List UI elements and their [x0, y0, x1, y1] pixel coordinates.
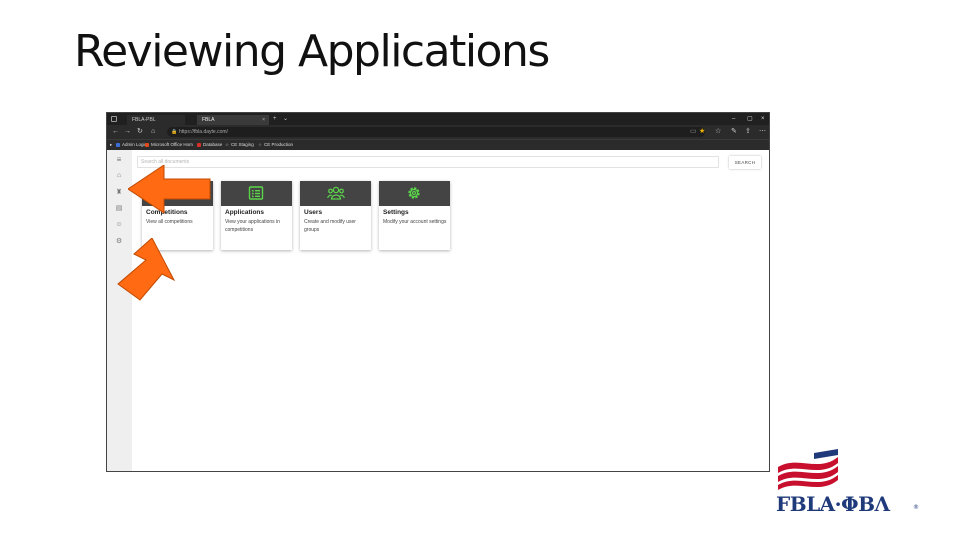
maximize-icon[interactable]: ▢	[747, 113, 753, 125]
card-title: Applications	[225, 209, 265, 216]
card-header	[300, 181, 371, 206]
tab-label: FBLA	[202, 117, 215, 123]
tab-close-icon[interactable]: ×	[262, 115, 265, 125]
browser-tab-bar: FBLA-PBL FBLA × + ⌄ – ▢ ×	[107, 113, 769, 125]
favorites-list-icon[interactable]: ☆	[715, 125, 721, 139]
sidebar-list-icon[interactable]: ▤	[114, 204, 124, 214]
minimize-icon[interactable]: –	[732, 113, 735, 125]
sidebar-users-icon[interactable]: ☺	[114, 220, 124, 230]
arrow-left-annotation-icon	[128, 165, 211, 214]
card-description: Modify your account settings	[383, 219, 447, 225]
card-settings[interactable]: Settings Modify your account settings	[379, 181, 450, 250]
card-header	[379, 181, 450, 206]
bookmark-icon	[197, 143, 201, 147]
new-tab-icon[interactable]: +	[273, 114, 277, 124]
forward-icon[interactable]: →	[124, 125, 131, 139]
bookmark-admin-login[interactable]: Admin Login	[116, 140, 147, 150]
url-text: https://fbla.dayte.com/	[179, 129, 228, 135]
card-title: Users	[304, 209, 323, 216]
close-window-icon[interactable]: ×	[761, 113, 765, 125]
tab-menu-icon[interactable]: ⌄	[283, 114, 288, 124]
gear-icon	[408, 187, 420, 199]
star-icon: ☆	[258, 142, 263, 147]
bookmark-ce-staging[interactable]: ☆ CE Staging	[225, 140, 254, 150]
url-field[interactable]: 🔒 https://fbla.dayte.com/	[167, 127, 705, 137]
bookmark-icon	[145, 143, 149, 147]
star-icon: ☆	[225, 142, 230, 147]
browser-tab-fbla-pbl[interactable]: FBLA-PBL	[127, 115, 185, 125]
svg-text:FBLA·ΦΒΛ: FBLA·ΦΒΛ	[776, 492, 890, 516]
bookmarks-bar: ▸ Admin Login Microsoft Office Hom Datab…	[107, 139, 769, 150]
tab-label: FBLA-PBL	[132, 117, 156, 123]
more-icon[interactable]: ⋯	[759, 125, 766, 139]
search-button[interactable]: SEARCH	[729, 156, 761, 169]
card-description: Create and modify user groups	[304, 219, 356, 233]
workspace-icon[interactable]	[111, 116, 117, 122]
favorite-star-icon[interactable]: ★	[699, 125, 705, 139]
bookmark-database[interactable]: Database	[197, 140, 222, 150]
slide-title: Reviewing Applications	[74, 26, 550, 77]
share-icon[interactable]: ⇪	[745, 125, 751, 139]
lock-icon: 🔒	[171, 129, 178, 135]
browser-address-bar: ← → ↻ ⌂ 🔒 https://fbla.dayte.com/ ▭ ★ ☆ …	[107, 125, 769, 139]
bookmarks-folder-icon: ▸	[110, 142, 113, 147]
fbla-pbl-logo: FBLA·ΦΒΛ ®	[776, 449, 919, 516]
card-users[interactable]: Users Create and modify user groups	[300, 181, 371, 250]
browser-tab-fbla[interactable]: FBLA ×	[197, 115, 269, 125]
card-applications[interactable]: Applications View your applications in c…	[221, 181, 292, 250]
card-header	[221, 181, 292, 206]
arrow-up-annotation-icon	[117, 238, 176, 301]
menu-icon[interactable]: ≡	[114, 155, 124, 165]
refresh-icon[interactable]: ↻	[137, 125, 143, 139]
bookmark-office-home[interactable]: Microsoft Office Hom	[145, 140, 193, 150]
svg-text:®: ®	[913, 504, 919, 511]
back-icon[interactable]: ←	[112, 125, 119, 139]
search-input[interactable]: Search all documents	[137, 156, 719, 168]
card-description: View your applications in competitions	[225, 219, 280, 233]
users-icon	[327, 186, 345, 200]
bookmark-icon	[116, 143, 120, 147]
bookmark-ce-production[interactable]: ☆ CE Production	[258, 140, 293, 150]
card-title: Settings	[383, 209, 409, 216]
home-icon[interactable]: ⌂	[151, 125, 155, 139]
sidebar-trophy-icon[interactable]: ♜	[114, 188, 124, 198]
sidebar-home-icon[interactable]: ⌂	[114, 171, 124, 181]
reading-view-icon[interactable]: ▭	[690, 125, 697, 139]
list-icon	[248, 186, 264, 200]
pen-icon[interactable]: ✎	[731, 125, 737, 139]
